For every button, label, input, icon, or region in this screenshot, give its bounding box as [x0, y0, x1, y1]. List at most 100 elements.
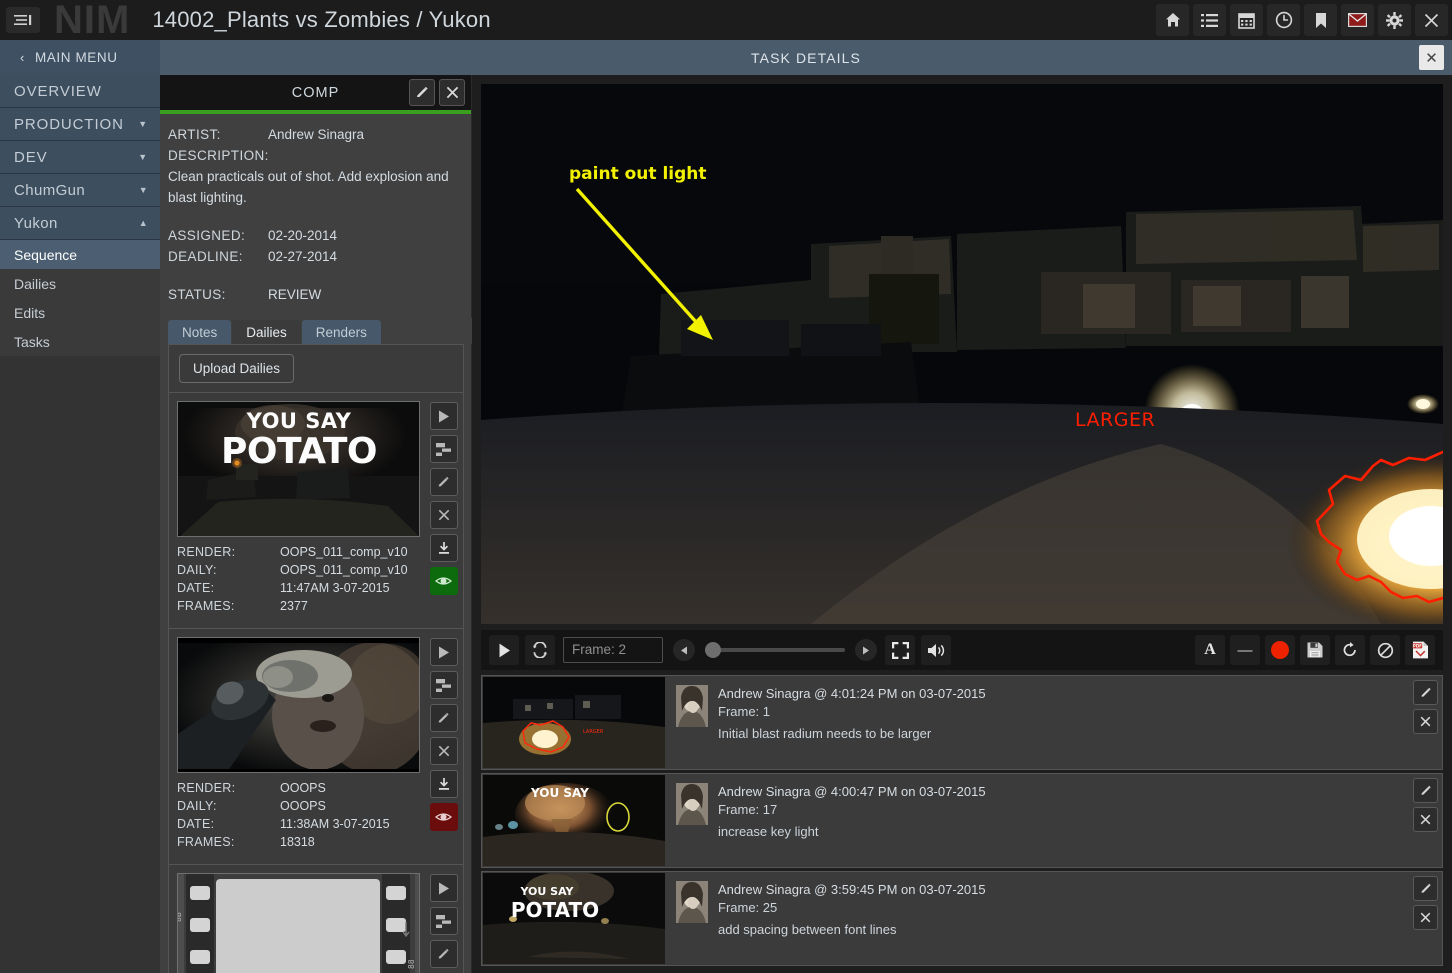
sidebar-item-yukon[interactable]: Yukon ▲: [0, 207, 160, 240]
sidebar-item-chumgun[interactable]: ChumGun ▼: [0, 174, 160, 207]
pdf-export-icon[interactable]: PDF: [1405, 635, 1435, 665]
meta-label: RENDER:: [177, 781, 236, 795]
eye-icon[interactable]: [429, 803, 458, 831]
play-icon[interactable]: [429, 874, 458, 902]
sidebar-item-production[interactable]: PRODUCTION ▼: [0, 108, 160, 141]
note-thumbnail[interactable]: YOU SAY POTATO: [483, 873, 665, 964]
sidebar-item-overview[interactable]: OVERVIEW: [0, 75, 160, 108]
volume-icon[interactable]: [921, 635, 951, 665]
meta-date: DATE: 11:38AM 3-07-2015: [177, 815, 420, 833]
field-description-label: DESCRIPTION:: [168, 145, 463, 166]
line-tool-icon[interactable]: —: [1230, 635, 1260, 665]
tab-dailies[interactable]: Dailies: [232, 320, 301, 344]
svg-text:88: 88: [407, 959, 416, 969]
play-icon[interactable]: [429, 638, 458, 666]
loop-icon[interactable]: [525, 635, 555, 665]
color-swatch-icon[interactable]: [1265, 635, 1295, 665]
pencil-icon[interactable]: [429, 940, 458, 968]
field-label: DESCRIPTION:: [168, 148, 269, 163]
main-menu-label: MAIN MENU: [34, 50, 118, 65]
note-body-text: add spacing between font lines: [718, 922, 897, 937]
save-icon[interactable]: [1300, 635, 1330, 665]
pencil-icon[interactable]: [1413, 876, 1438, 901]
viewer-panel: paint out light LARGER Frame: 2 A — PDF …: [472, 75, 1452, 973]
note-author-line: Andrew Sinagra @ 3:59:45 PM on 03-07-201…: [718, 882, 986, 897]
download-icon[interactable]: [429, 534, 458, 562]
play-icon[interactable]: [489, 635, 519, 665]
note-text-block: Andrew Sinagra @ 4:01:24 PM on 03-07-201…: [718, 685, 986, 743]
scrubber-handle[interactable]: [705, 642, 721, 658]
list-icon[interactable]: [1193, 4, 1226, 36]
note-content: Andrew Sinagra @ 4:01:24 PM on 03-07-201…: [666, 676, 1442, 743]
meta-frames: FRAMES: 18318: [177, 833, 420, 851]
svg-text:YOU SAY: YOU SAY: [246, 409, 352, 433]
clock-icon[interactable]: [1267, 4, 1300, 36]
video-canvas[interactable]: paint out light LARGER: [481, 84, 1443, 624]
sidebar-item-edits[interactable]: Edits: [0, 298, 160, 327]
pencil-icon[interactable]: [429, 468, 458, 496]
meta-label: DATE:: [177, 817, 215, 831]
close-icon[interactable]: [429, 501, 458, 529]
close-icon[interactable]: [429, 737, 458, 765]
comp-panel-header: COMP: [160, 75, 471, 110]
close-icon[interactable]: [439, 79, 465, 106]
undo-icon[interactable]: [1335, 635, 1365, 665]
prev-frame-icon[interactable]: [673, 639, 695, 661]
close-icon[interactable]: [1413, 807, 1438, 832]
sidebar-item-dev[interactable]: DEV ▼: [0, 141, 160, 174]
comp-panel-title: COMP: [291, 84, 340, 101]
play-icon[interactable]: [429, 402, 458, 430]
note-thumbnail[interactable]: YOU SAY: [483, 775, 665, 866]
task-details-close-button[interactable]: ✕: [1419, 45, 1444, 70]
tab-notes[interactable]: Notes: [168, 320, 232, 344]
mail-icon[interactable]: [1341, 4, 1374, 36]
compare-icon[interactable]: [429, 671, 458, 699]
gear-icon[interactable]: [1378, 4, 1411, 36]
fullscreen-icon[interactable]: [885, 635, 915, 665]
hamburger-icon[interactable]: [6, 7, 40, 33]
sidebar-item-sequence[interactable]: Sequence: [0, 240, 160, 269]
field-deadline: DEADLINE: 02-27-2014: [168, 246, 463, 267]
close-icon[interactable]: [1415, 4, 1448, 36]
sidebar-item-dailies[interactable]: Dailies: [0, 269, 160, 298]
home-icon[interactable]: [1156, 4, 1189, 36]
field-description-value: Clean practicals out of shot. Add explos…: [168, 169, 449, 205]
note-body-text: increase key light: [718, 824, 819, 839]
note-thumbnail[interactable]: LARGER: [483, 677, 665, 768]
calendar-icon[interactable]: [1230, 4, 1263, 36]
pencil-icon[interactable]: [429, 704, 458, 732]
eye-icon[interactable]: [429, 567, 458, 595]
daily-thumbnail[interactable]: YOU SAY POTATO: [177, 401, 420, 537]
note-body-text: Initial blast radium needs to be larger: [718, 726, 932, 741]
upload-dailies-button[interactable]: Upload Dailies: [179, 354, 295, 383]
tab-renders[interactable]: Renders: [301, 320, 381, 344]
daily-action-buttons: [420, 401, 463, 622]
main-menu-button[interactable]: ‹ MAIN MENU: [0, 40, 160, 75]
annotation-toolbar: A — PDF: [1195, 635, 1435, 665]
daily-thumbnail[interactable]: [177, 637, 420, 773]
pencil-icon[interactable]: [1413, 778, 1438, 803]
compare-icon[interactable]: [429, 907, 458, 935]
next-frame-icon[interactable]: [855, 639, 877, 661]
chevron-down-icon: ▼: [138, 119, 148, 129]
dailies-list: YOU SAY POTATO RENDER: OOPS_011_comp_v10…: [169, 393, 463, 973]
sidebar-item-tasks[interactable]: Tasks: [0, 327, 160, 356]
meta-value: 11:47AM 3-07-2015: [280, 581, 390, 595]
compare-icon[interactable]: [429, 435, 458, 463]
text-tool-icon[interactable]: A: [1195, 635, 1225, 665]
pencil-icon[interactable]: [409, 79, 435, 106]
bookmark-icon[interactable]: [1304, 4, 1337, 36]
nim-logo: NIM: [54, 0, 131, 42]
field-assigned: ASSIGNED: 02-20-2014: [168, 225, 463, 246]
daily-thumbnail[interactable]: 8B 88: [177, 873, 420, 973]
close-icon[interactable]: [1413, 709, 1438, 734]
frame-input[interactable]: Frame: 2: [563, 637, 663, 663]
download-icon[interactable]: [429, 770, 458, 798]
thumb-title-bottom: POTATO: [511, 898, 599, 922]
timeline-scrubber[interactable]: [705, 642, 845, 658]
pencil-icon[interactable]: [1413, 680, 1438, 705]
comp-fields: ARTIST: Andrew Sinagra DESCRIPTION: Clea…: [160, 114, 471, 305]
close-icon[interactable]: [1413, 905, 1438, 930]
svg-text:LARGER: LARGER: [583, 729, 604, 735]
clear-icon[interactable]: [1370, 635, 1400, 665]
